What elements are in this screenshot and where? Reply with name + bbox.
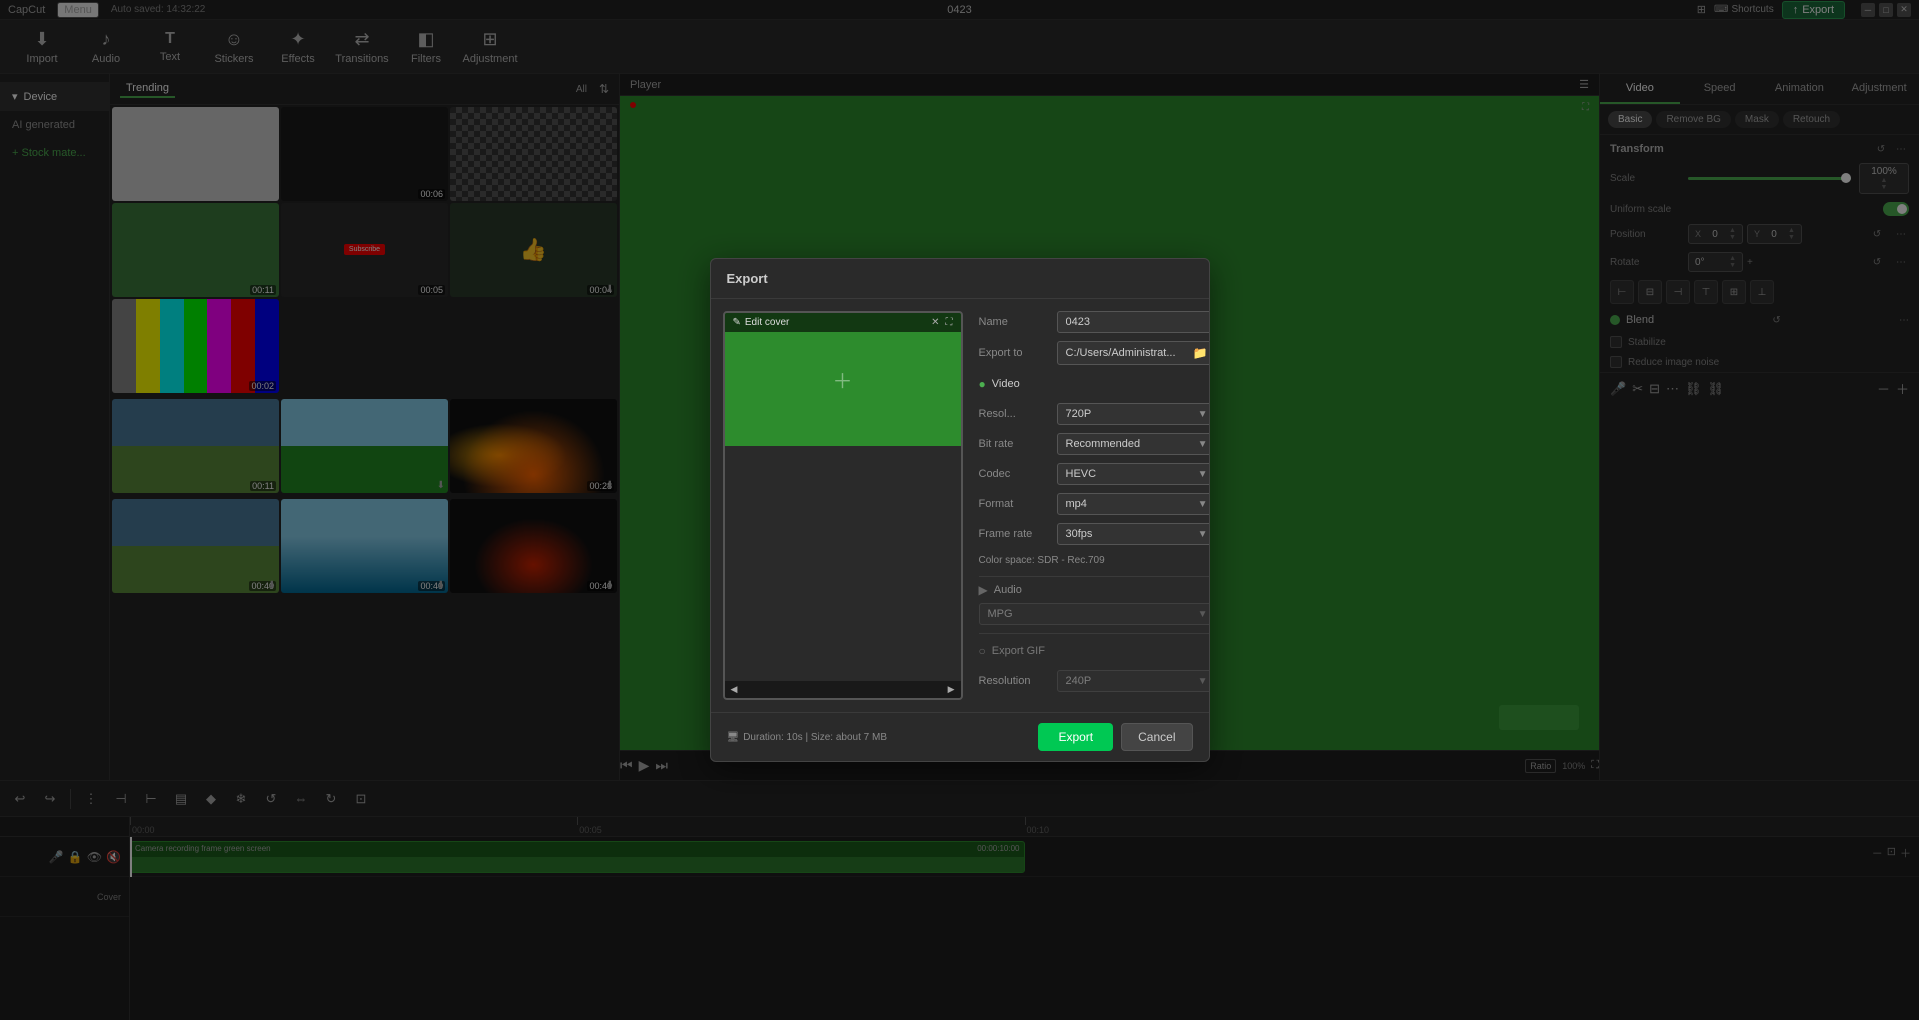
footer-buttons: Export Cancel xyxy=(1038,723,1192,751)
framerate-row: Frame rate 30fps ▼ xyxy=(979,523,1210,545)
info-icon: 🖥 xyxy=(727,732,740,743)
codec-label: Codec xyxy=(979,468,1049,480)
cover-expand-btn[interactable]: ⛶ xyxy=(946,317,953,328)
audio-toggle-icon: ▶ xyxy=(979,583,988,597)
audio-section: ▶ Audio MPG ▼ xyxy=(979,576,1210,625)
bitrate-label: Bit rate xyxy=(979,438,1049,450)
audio-toggle[interactable]: ▶ Audio xyxy=(979,583,1210,597)
name-row: Name xyxy=(979,311,1210,333)
edit-cover-icon: ✎ xyxy=(733,317,741,328)
gif-resolution-row: Resolution 240P ▼ xyxy=(979,670,1210,692)
folder-icon[interactable]: 📁 xyxy=(1193,346,1208,360)
gif-section: ○ Export GIF Resolution 240P ▼ xyxy=(979,633,1210,692)
format-arrow-icon: ▼ xyxy=(1198,499,1208,510)
resolution-dropdown[interactable]: 720P ▼ xyxy=(1057,403,1210,425)
bitrate-row: Bit rate Recommended ▼ xyxy=(979,433,1210,455)
video-section-toggle: ● Video xyxy=(979,373,1210,395)
codec-dropdown[interactable]: HEVC ▼ xyxy=(1057,463,1210,485)
export-path-display[interactable]: C:/Users/Administrat... 📁 xyxy=(1057,341,1210,365)
gif-section-toggle: ○ Export GIF xyxy=(979,640,1210,662)
cover-close-btn[interactable]: ✕ xyxy=(931,317,939,328)
cover-preview-label: ✎ Edit cover xyxy=(733,317,790,328)
codec-row: Codec HEVC ▼ xyxy=(979,463,1210,485)
format-dropdown[interactable]: mp4 ▼ xyxy=(1057,493,1210,515)
cover-footer-right-btn[interactable]: ▶ xyxy=(948,684,955,695)
video-checkbox-icon: ● xyxy=(979,377,986,391)
cover-footer: ◀ ▶ xyxy=(725,681,961,698)
colorspace-text: Color space: SDR - Rec.709 xyxy=(979,553,1105,568)
resolution-label: Resol... xyxy=(979,408,1049,420)
resolution-row: Resol... 720P ▼ xyxy=(979,403,1210,425)
resolution-arrow-icon: ▼ xyxy=(1198,409,1208,420)
audio-codec-dropdown[interactable]: MPG ▼ xyxy=(979,603,1210,625)
dialog-header: Export xyxy=(711,259,1209,299)
dialog-overlay: Export ✎ Edit cover ✕ ⛶ ＋ xyxy=(0,0,1919,1020)
format-row: Format mp4 ▼ xyxy=(979,493,1210,515)
gif-checkbox-icon: ○ xyxy=(979,644,986,658)
dialog-title: Export xyxy=(727,271,768,286)
name-input[interactable] xyxy=(1057,311,1210,333)
cover-image: ＋ xyxy=(725,313,961,446)
export-dialog: Export ✎ Edit cover ✕ ⛶ ＋ xyxy=(710,258,1210,762)
audio-codec-arrow-icon: ▼ xyxy=(1198,609,1208,620)
colorspace-row: Color space: SDR - Rec.709 xyxy=(979,553,1210,568)
export-button[interactable]: Export xyxy=(1038,723,1113,751)
framerate-label: Frame rate xyxy=(979,528,1049,540)
cover-plus-icon: ＋ xyxy=(833,365,853,394)
cancel-button[interactable]: Cancel xyxy=(1121,723,1192,751)
export-to-row: Export to C:/Users/Administrat... 📁 xyxy=(979,341,1210,365)
dialog-footer: 🖥 Duration: 10s | Size: about 7 MB Expor… xyxy=(711,712,1209,761)
footer-info: 🖥 Duration: 10s | Size: about 7 MB xyxy=(727,732,888,743)
gif-resolution-dropdown[interactable]: 240P ▼ xyxy=(1057,670,1210,692)
video-section-label: Video xyxy=(992,378,1020,390)
gif-resolution-label: Resolution xyxy=(979,675,1049,687)
export-to-label: Export to xyxy=(979,347,1049,359)
dialog-body: ✎ Edit cover ✕ ⛶ ＋ ◀ ▶ xyxy=(711,299,1209,712)
framerate-arrow-icon: ▼ xyxy=(1198,529,1208,540)
name-label: Name xyxy=(979,316,1049,328)
framerate-dropdown[interactable]: 30fps ▼ xyxy=(1057,523,1210,545)
audio-label: Audio xyxy=(994,584,1022,596)
gif-resolution-arrow-icon: ▼ xyxy=(1198,676,1208,687)
export-settings: Name Export to C:/Users/Administrat... 📁… xyxy=(979,311,1210,700)
cover-footer-left-btn[interactable]: ◀ xyxy=(731,684,738,695)
cover-preview-box: ✎ Edit cover ✕ ⛶ ＋ ◀ ▶ xyxy=(723,311,963,700)
codec-arrow-icon: ▼ xyxy=(1198,469,1208,480)
audio-sub-row: MPG ▼ xyxy=(979,603,1210,625)
bitrate-dropdown[interactable]: Recommended ▼ xyxy=(1057,433,1210,455)
bitrate-arrow-icon: ▼ xyxy=(1198,439,1208,450)
gif-section-label: Export GIF xyxy=(992,645,1045,657)
cover-preview-header: ✎ Edit cover ✕ ⛶ xyxy=(725,313,961,332)
format-label: Format xyxy=(979,498,1049,510)
